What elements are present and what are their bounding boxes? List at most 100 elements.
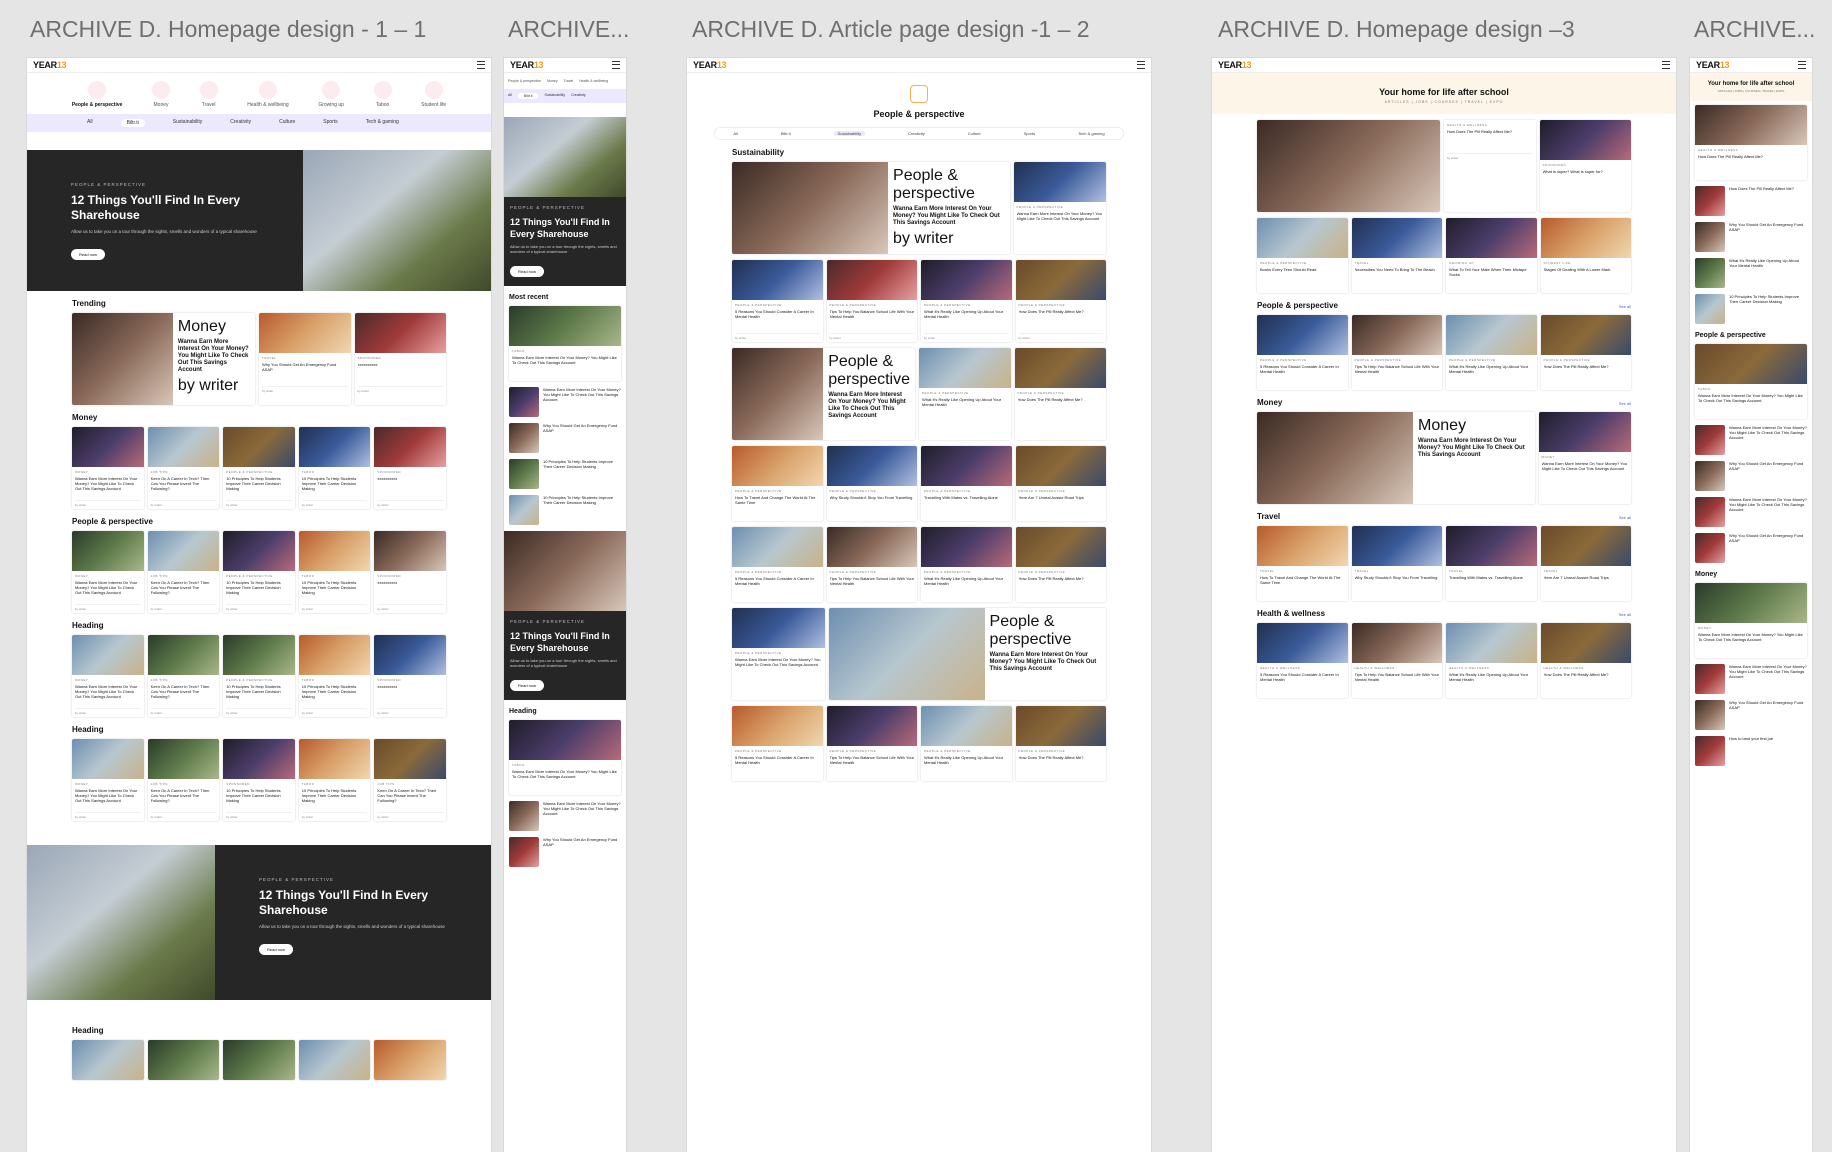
feature-card[interactable]: People & perspective Wanna Earn More Inte… — [732, 162, 1010, 254]
feature-card[interactable]: People & perspective Wanna Earn More Inte… — [732, 348, 915, 440]
tab-sustainability[interactable]: Sustainability — [544, 93, 565, 99]
article-card[interactable]: People & perspective 10 Principles To Hel… — [223, 427, 295, 509]
article-card[interactable]: Taboo 10 Principles To Help Students Impr… — [298, 427, 371, 509]
tab-creativity[interactable]: Creativity — [908, 131, 925, 136]
hamburger-menu-icon[interactable] — [477, 61, 485, 69]
category-item[interactable]: Health & wellbeing — [247, 81, 289, 108]
tab-sports[interactable]: Sports — [323, 119, 337, 127]
category-item[interactable]: People & perspective — [72, 81, 122, 108]
article-card[interactable]: Money Wanna Earn More Interest On Your Mo… — [72, 635, 144, 717]
tab-tech[interactable]: Tech & gaming — [366, 119, 399, 127]
article-card[interactable]: Sponsored xxxxxxxxxx by writer — [374, 427, 446, 509]
feature-card[interactable]: Money Wanna Earn More Interest On Your Mo… — [72, 313, 255, 405]
hamburger-menu-icon[interactable] — [1798, 61, 1806, 69]
tab-all[interactable]: All — [733, 131, 737, 136]
board-title-3[interactable]: ARCHIVE D. Article page design -1 – 2 — [692, 16, 1132, 43]
article-card[interactable]: People & perspective Tips To Help You Bal… — [826, 706, 917, 781]
article-card[interactable]: People & perspective Tips To Help You Bal… — [826, 260, 917, 342]
article-card[interactable]: Taboo 10 Principles To Help Students Impr… — [298, 739, 371, 821]
board-title-1[interactable]: ARCHIVE D. Homepage design - 1 – 1 — [30, 16, 430, 43]
list-item[interactable]: How to land your first job — [1695, 736, 1807, 766]
category-item[interactable]: Travel — [199, 81, 218, 108]
list-item[interactable]: Why You Should Get An Emergency Fund ASA… — [1695, 700, 1807, 730]
read-now-button[interactable]: Read now — [510, 680, 545, 691]
article-card[interactable]: Money Wanna Earn More Interest On Your Mo… — [1538, 412, 1631, 504]
list-item[interactable]: Why You Should Get An Emergency Fund ASA… — [509, 423, 621, 453]
tab-sports[interactable]: Sports — [1024, 131, 1036, 136]
article-card[interactable] — [147, 1040, 220, 1080]
hamburger-menu-icon[interactable] — [1137, 61, 1145, 69]
article-card[interactable]: Health & wellness 5 Reasons You Should Co… — [1257, 623, 1348, 698]
list-item[interactable]: Wanna Earn More Interest On Your Money? … — [1695, 425, 1807, 455]
article-card[interactable]: People & perspective Books Every Teen Sho… — [1257, 218, 1348, 293]
article-card[interactable]: Job tips Keen On A Career In Tech? Then C… — [147, 427, 220, 509]
article-card[interactable]: People & perspective 5 Reasons You Should… — [732, 260, 823, 342]
category-item[interactable]: Student life — [421, 81, 446, 108]
article-card[interactable]: People & perspective How Does The Pill Re… — [1015, 527, 1106, 602]
tab-creativity[interactable]: Creativity — [230, 119, 251, 127]
article-card[interactable]: People & perspective 10 Principles To Hel… — [223, 531, 295, 613]
tab-all[interactable]: All — [508, 93, 512, 99]
top-nav[interactable]: ARTICLES | JOBS | COURSES | TRAVEL | EXP… — [1212, 100, 1676, 104]
article-card[interactable]: People & perspective How Does The Pill Re… — [1015, 260, 1106, 342]
article-card[interactable]: Job tips Keen On A Career In Tech? Then C… — [374, 739, 446, 821]
article-card[interactable]: People & perspective Tips To Help You Bal… — [826, 527, 917, 602]
article-card[interactable]: Health & wellness What It's Really Like O… — [1446, 623, 1537, 698]
article-card[interactable] — [223, 1040, 295, 1080]
list-item[interactable]: Wanna Earn More Interest On Your Money? … — [1695, 664, 1807, 694]
hero-title[interactable]: 12 Things You'll Find In Every Sharehous… — [510, 216, 620, 240]
category-item[interactable]: Growing up — [318, 81, 344, 108]
hamburger-menu-icon[interactable] — [612, 61, 620, 69]
category-item[interactable]: Taboo — [373, 81, 392, 108]
feature-card[interactable]: People & perspective Wanna Earn More Inte… — [828, 608, 1107, 700]
tab-tech[interactable]: Tech & gaming — [1078, 131, 1104, 136]
category-label[interactable]: Travel — [564, 79, 574, 83]
article-card[interactable]: Health & wellness How Does The Pill Reall… — [1540, 623, 1631, 698]
article-card[interactable]: Job tips Keen On A Career In Tech? Then C… — [147, 635, 220, 717]
site-logo[interactable]: YEAR13 — [1696, 60, 1730, 70]
article-card[interactable]: People & perspective Travelling With Mate… — [921, 446, 1012, 521]
article-card[interactable]: People & perspective Why Study Shouldn't … — [826, 446, 917, 521]
feature-card[interactable]: Money Wanna Earn More Interest On Your Mo… — [1257, 412, 1535, 504]
list-item[interactable]: Wanna Earn More Interest On Your Money? … — [1695, 497, 1807, 527]
article-card[interactable]: Job tips Keen On A Career In Tech? Then C… — [147, 531, 220, 613]
tab-sustainability[interactable]: Sustainability — [173, 119, 202, 127]
tab-biltr[interactable]: Biltr.ti — [517, 93, 539, 99]
article-card[interactable]: Taboo Wanna Earn More Interest On Your Mo… — [1695, 344, 1807, 419]
feature-card[interactable] — [1257, 120, 1440, 212]
article-card[interactable]: Sponsored xxxxxxxxxx by writer — [374, 635, 446, 717]
list-item[interactable]: Why You Should Get An Emergency Fund ASA… — [1695, 461, 1807, 491]
article-card[interactable]: People & perspective 5 Reasons You Should… — [732, 706, 823, 781]
list-item[interactable]: Why You Should Get An Emergency Fund ASA… — [1695, 222, 1807, 252]
list-item[interactable]: How Does The Pill Really Affect Me? — [1695, 186, 1807, 216]
article-card[interactable]: Sponsored xxxxxxxxxx by writer — [374, 531, 446, 613]
article-card[interactable]: People & perspective What It's Really Lik… — [921, 260, 1012, 342]
hamburger-menu-icon[interactable] — [1662, 61, 1670, 69]
article-card[interactable]: Travel Why Study Shouldn't Stop You From … — [1351, 526, 1442, 601]
article-card[interactable]: Money Wanna Earn More Interest On Your Mo… — [1695, 583, 1807, 658]
article-card[interactable]: People & perspective Wanna Earn More Inte… — [1013, 162, 1106, 254]
list-item[interactable]: What It's Really Like Opening Up About Y… — [1695, 258, 1807, 288]
article-card[interactable]: People & perspective 5 Reasons You Should… — [1257, 315, 1348, 390]
list-item[interactable]: 10 Principles To Help Students Improve T… — [509, 495, 621, 525]
article-card[interactable]: Sponsored xxxxxxxxxx by writer — [354, 313, 446, 405]
article-card[interactable]: Sponsored 10 Principles To Help Students … — [223, 739, 295, 821]
hero-title[interactable]: 12 Things You'll Find In Every Sharehous… — [71, 193, 259, 223]
article-card[interactable]: Travel Necessities You Need To Bring To T… — [1351, 218, 1442, 293]
article-card[interactable]: People & perspective How Does The Pill Re… — [1540, 315, 1631, 390]
article-card[interactable]: People & perspective Here Are 7 Unreal Au… — [1015, 446, 1106, 521]
article-card[interactable]: People & perspective 5 Reasons You Should… — [732, 527, 823, 602]
article-card[interactable]: People & perspective How Does The Pill Re… — [1015, 706, 1106, 781]
article-card[interactable]: People & perspective 10 Principles To Hel… — [223, 635, 295, 717]
category-label[interactable]: Money — [547, 79, 558, 83]
article-card[interactable]: People & perspective What It's Really Lik… — [921, 527, 1012, 602]
hero-title[interactable]: 12 Things You'll Find In Every Sharehous… — [259, 888, 447, 918]
article-card[interactable]: Student life Stages Of Dealing With A Low… — [1540, 218, 1631, 293]
see-all-link[interactable]: See all — [1619, 612, 1631, 617]
article-card[interactable]: People & perspective How Does The Pill Re… — [1014, 348, 1106, 440]
board-title-5[interactable]: ARCHIVE... — [1694, 16, 1832, 43]
tab-culture[interactable]: Culture — [279, 119, 295, 127]
list-item[interactable]: Wanna Earn More Interest On Your Money? … — [509, 387, 621, 417]
list-item[interactable]: Wanna Earn More Interest On Your Money? … — [509, 801, 621, 831]
article-card[interactable] — [374, 1040, 446, 1080]
